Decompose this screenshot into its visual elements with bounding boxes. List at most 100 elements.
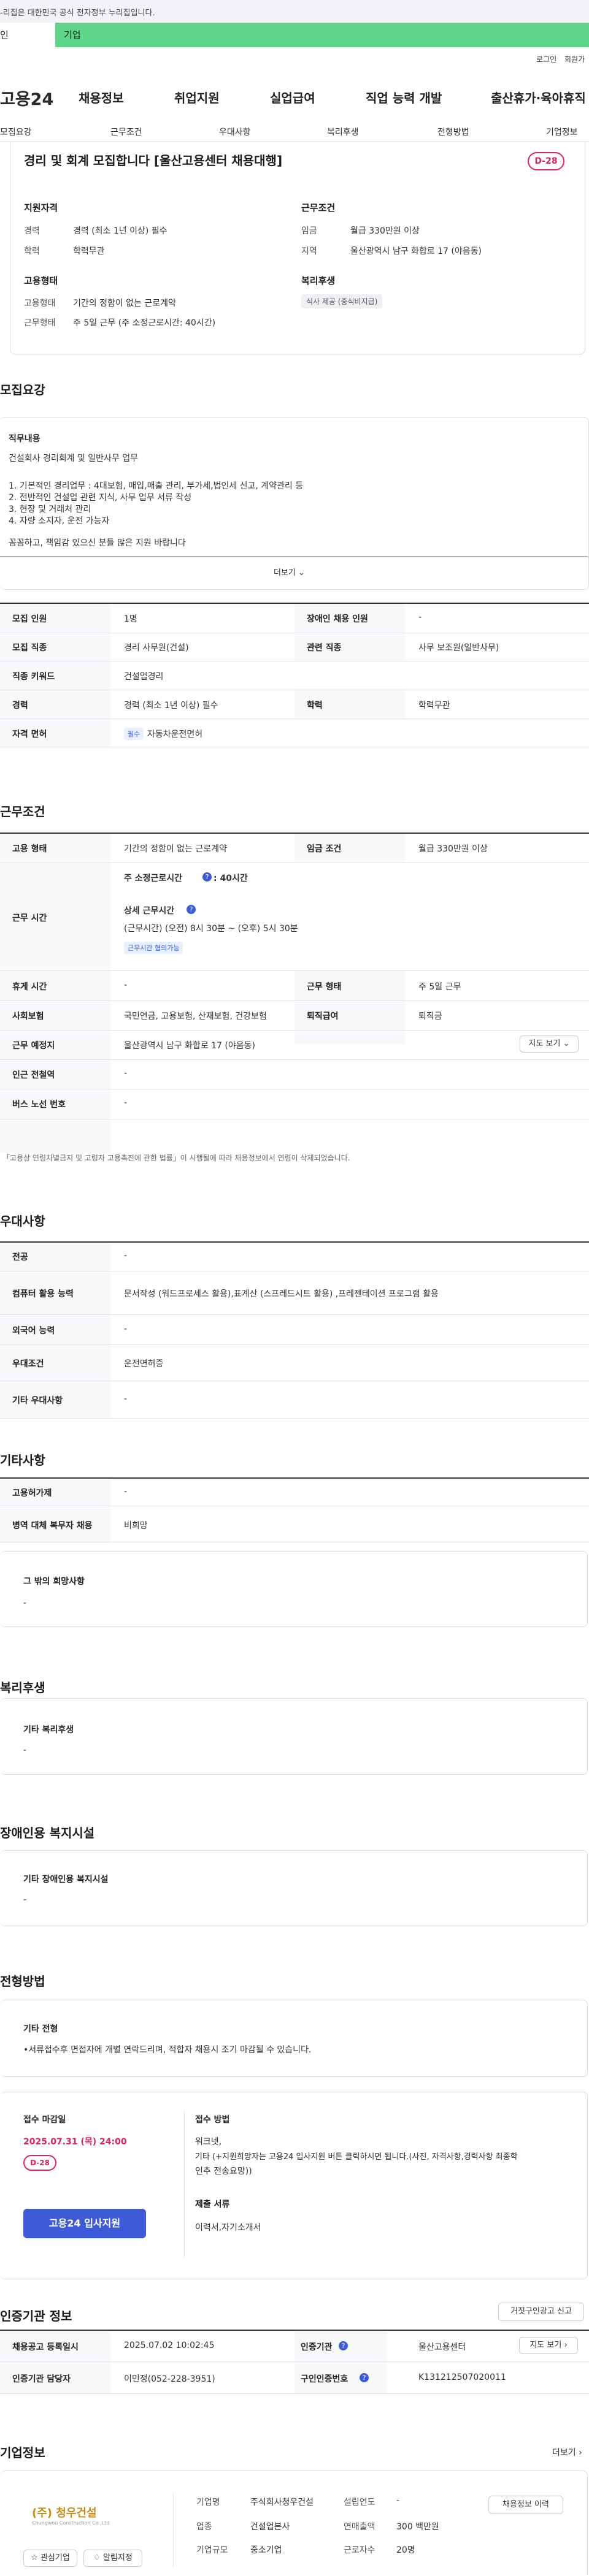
th-officer: 인증기관 담당자	[12, 2374, 71, 2384]
th-hours: 근무 시간	[12, 913, 47, 923]
th-auth-org: 인증기관	[301, 2342, 333, 2352]
detail-hours-title: 상세 근무시간	[124, 906, 175, 916]
th-pref-cond: 우대조건	[12, 1359, 44, 1369]
td-retirement: 퇴직금	[418, 1012, 442, 1021]
wage-value: 월급 330만원 이상	[350, 226, 420, 236]
method-title: 접수 방법	[195, 2115, 230, 2125]
work-section-title: 근무조건	[0, 804, 45, 819]
td-wage: 월급 330만원 이상	[418, 844, 488, 854]
hope-box: 그 밖의 희망사항 -	[0, 1551, 588, 1627]
td-keyword: 건설업경리	[124, 672, 164, 682]
row-divider	[0, 1030, 589, 1031]
row-divider	[0, 1314, 589, 1315]
td-employ: 기간의 정함이 없는 근로계약	[124, 844, 227, 854]
tab-company[interactable]: 기업	[64, 23, 81, 47]
work-type-key: 근무형태	[24, 318, 56, 328]
career-value: 경력 (최소 1년 이상) 필수	[73, 226, 167, 236]
fav-company-button[interactable]: ☆ 관심기업	[23, 2550, 77, 2567]
info-icon[interactable]: ?	[202, 872, 212, 882]
th-pref-etc: 기타 우대사항	[12, 1396, 63, 1406]
disabled-box-value: -	[23, 1895, 27, 1905]
tab-select[interactable]: 전형방법	[437, 126, 469, 138]
login-link[interactable]: 로그인	[536, 54, 556, 64]
td-major: -	[124, 1251, 128, 1260]
size: 중소기업	[250, 2545, 282, 2555]
flex-hours-tag: 근무시간 협의가능	[124, 942, 183, 954]
emp-type-value: 기간의 정함이 없는 근로계약	[73, 299, 176, 308]
tab-recruit[interactable]: 모집요강	[0, 126, 32, 138]
td-headcount: 1명	[124, 614, 137, 624]
fav-label: 관심기업	[40, 2553, 70, 2563]
row-divider	[0, 2393, 589, 2394]
revenue: 300 백만원	[396, 2522, 439, 2532]
row-divider	[0, 718, 589, 719]
gnb-vocational-training[interactable]: 직업 능력 개발	[366, 88, 442, 106]
tab-work[interactable]: 근무조건	[110, 126, 142, 138]
th-keyword: 직종 키워드	[12, 672, 55, 682]
age-law-note: 「고용상 연령차별금지 및 고령자 고용촉진에 관한 법률」이 시행될에 따라 …	[2, 1154, 350, 1162]
alarm-button[interactable]: ♢ 알림지정	[83, 2550, 142, 2567]
td-location: 울산광역시 남구 화합로 17 (야음동)	[124, 1041, 255, 1051]
td-work-type: 주 5일 근무	[418, 982, 461, 992]
th-edu: 학력	[307, 701, 323, 711]
company-name: 주식회사청우건설	[250, 2498, 314, 2507]
detail-hours: (근무시간) (오전) 8시 30분 ~ (오후) 5시 30분	[124, 924, 298, 934]
founded-key: 설립연도	[344, 2498, 375, 2507]
deadline: 2025.07.31 (목) 24:00	[23, 2137, 127, 2147]
th-auth-number: 구인인증번호	[301, 2374, 348, 2384]
hours-value: : 40시간	[214, 874, 248, 883]
tab-benefit[interactable]: 복리후생	[327, 126, 359, 138]
hiring-history-button[interactable]: 채용정보 이력	[488, 2496, 563, 2514]
th-career: 경력	[12, 701, 28, 711]
gnb-jobs[interactable]: 채용정보	[79, 88, 124, 106]
tab-pref[interactable]: 우대사항	[219, 126, 251, 138]
gnb-employment-support[interactable]: 취업지원	[174, 88, 220, 106]
more-button[interactable]: 더보기 ⌄	[274, 566, 305, 577]
select-box-value: •서류접수후 면접자에 개별 연락드리며, 적합자 채용시 조기 마감될 수 있…	[23, 2045, 312, 2055]
th-location: 근무 예정지	[12, 1041, 55, 1051]
global-nav: 고용24 채용정보 취업지원 실업급여 직업 능력 개발 출산휴가·육아휴직	[0, 67, 589, 126]
th-computer: 컴퓨터 활용 능력	[12, 1289, 74, 1299]
th-license: 자격 면허	[12, 730, 47, 739]
auth-map-button[interactable]: 지도 보기 ›	[519, 2337, 578, 2354]
gnb-unemployment-benefit[interactable]: 실업급여	[270, 88, 315, 106]
td-career: 경력 (최소 1년 이상) 필수	[124, 701, 218, 711]
td-military: 비희망	[124, 1521, 148, 1531]
info-icon[interactable]: ?	[360, 2373, 369, 2382]
emp-label: 고용형태	[24, 275, 58, 286]
welfare-label: 복리후생	[301, 275, 336, 286]
td-pref-cond: 운전면허증	[124, 1359, 164, 1369]
info-icon[interactable]: ?	[187, 905, 196, 914]
method-line-1: 기타 (+지원희망자는 고용24 입사지원 버튼 클릭하시면 됩니다.(사진, …	[195, 2152, 518, 2162]
job-line-0: 건설회사 경리회계 및 일반사무 업무	[9, 454, 138, 463]
row-divider	[0, 1059, 589, 1060]
row-divider	[0, 1000, 589, 1001]
deadline-title: 접수 마감일	[23, 2115, 66, 2125]
job-line-3: 2. 전반적인 건설업 관련 지식, 사무 업무 서류 작성	[9, 493, 192, 503]
td-license: 자동차운전면허	[147, 730, 203, 739]
tab-company[interactable]: 기업정보	[546, 126, 578, 138]
map-view-button[interactable]: 지도 보기 ⌄	[520, 1035, 579, 1053]
user-type-tabs: 인 기업	[0, 23, 589, 47]
employees-key: 근로자수	[344, 2545, 375, 2555]
th-subway: 인근 전철역	[12, 1070, 55, 1080]
founded: -	[396, 2496, 400, 2506]
info-icon[interactable]: ?	[339, 2341, 348, 2350]
signup-link[interactable]: 회원가	[564, 54, 585, 64]
hope-value: -	[23, 1598, 27, 1608]
pref-section-title: 우대사항	[0, 1214, 45, 1229]
alarm-label: 알림지정	[102, 2553, 133, 2563]
tab-individual[interactable]: 인	[0, 23, 55, 47]
method-line-2: 인추 전송요망))	[195, 2166, 252, 2176]
gov-banner-text: -리집은 대한민국 공식 전자정부 누리집입니다.	[0, 9, 155, 18]
td-auth-org: 울산고용센터	[418, 2342, 466, 2352]
company-more-link[interactable]: 더보기 ›	[552, 2446, 582, 2458]
false-ad-report-button[interactable]: 거짓구인광고 신고	[498, 2303, 584, 2321]
apply-button[interactable]: 고용24 입사지원	[23, 2209, 146, 2238]
site-logo[interactable]: 고용24	[0, 86, 53, 110]
wage-key: 임금	[301, 226, 317, 236]
th-language: 외국어 능력	[12, 1326, 55, 1336]
gnb-parental-leave[interactable]: 출산휴가·육아휴직	[491, 88, 586, 106]
benefit-box-title: 기타 복리후생	[23, 1725, 74, 1735]
qual-label: 지원자격	[24, 202, 58, 213]
